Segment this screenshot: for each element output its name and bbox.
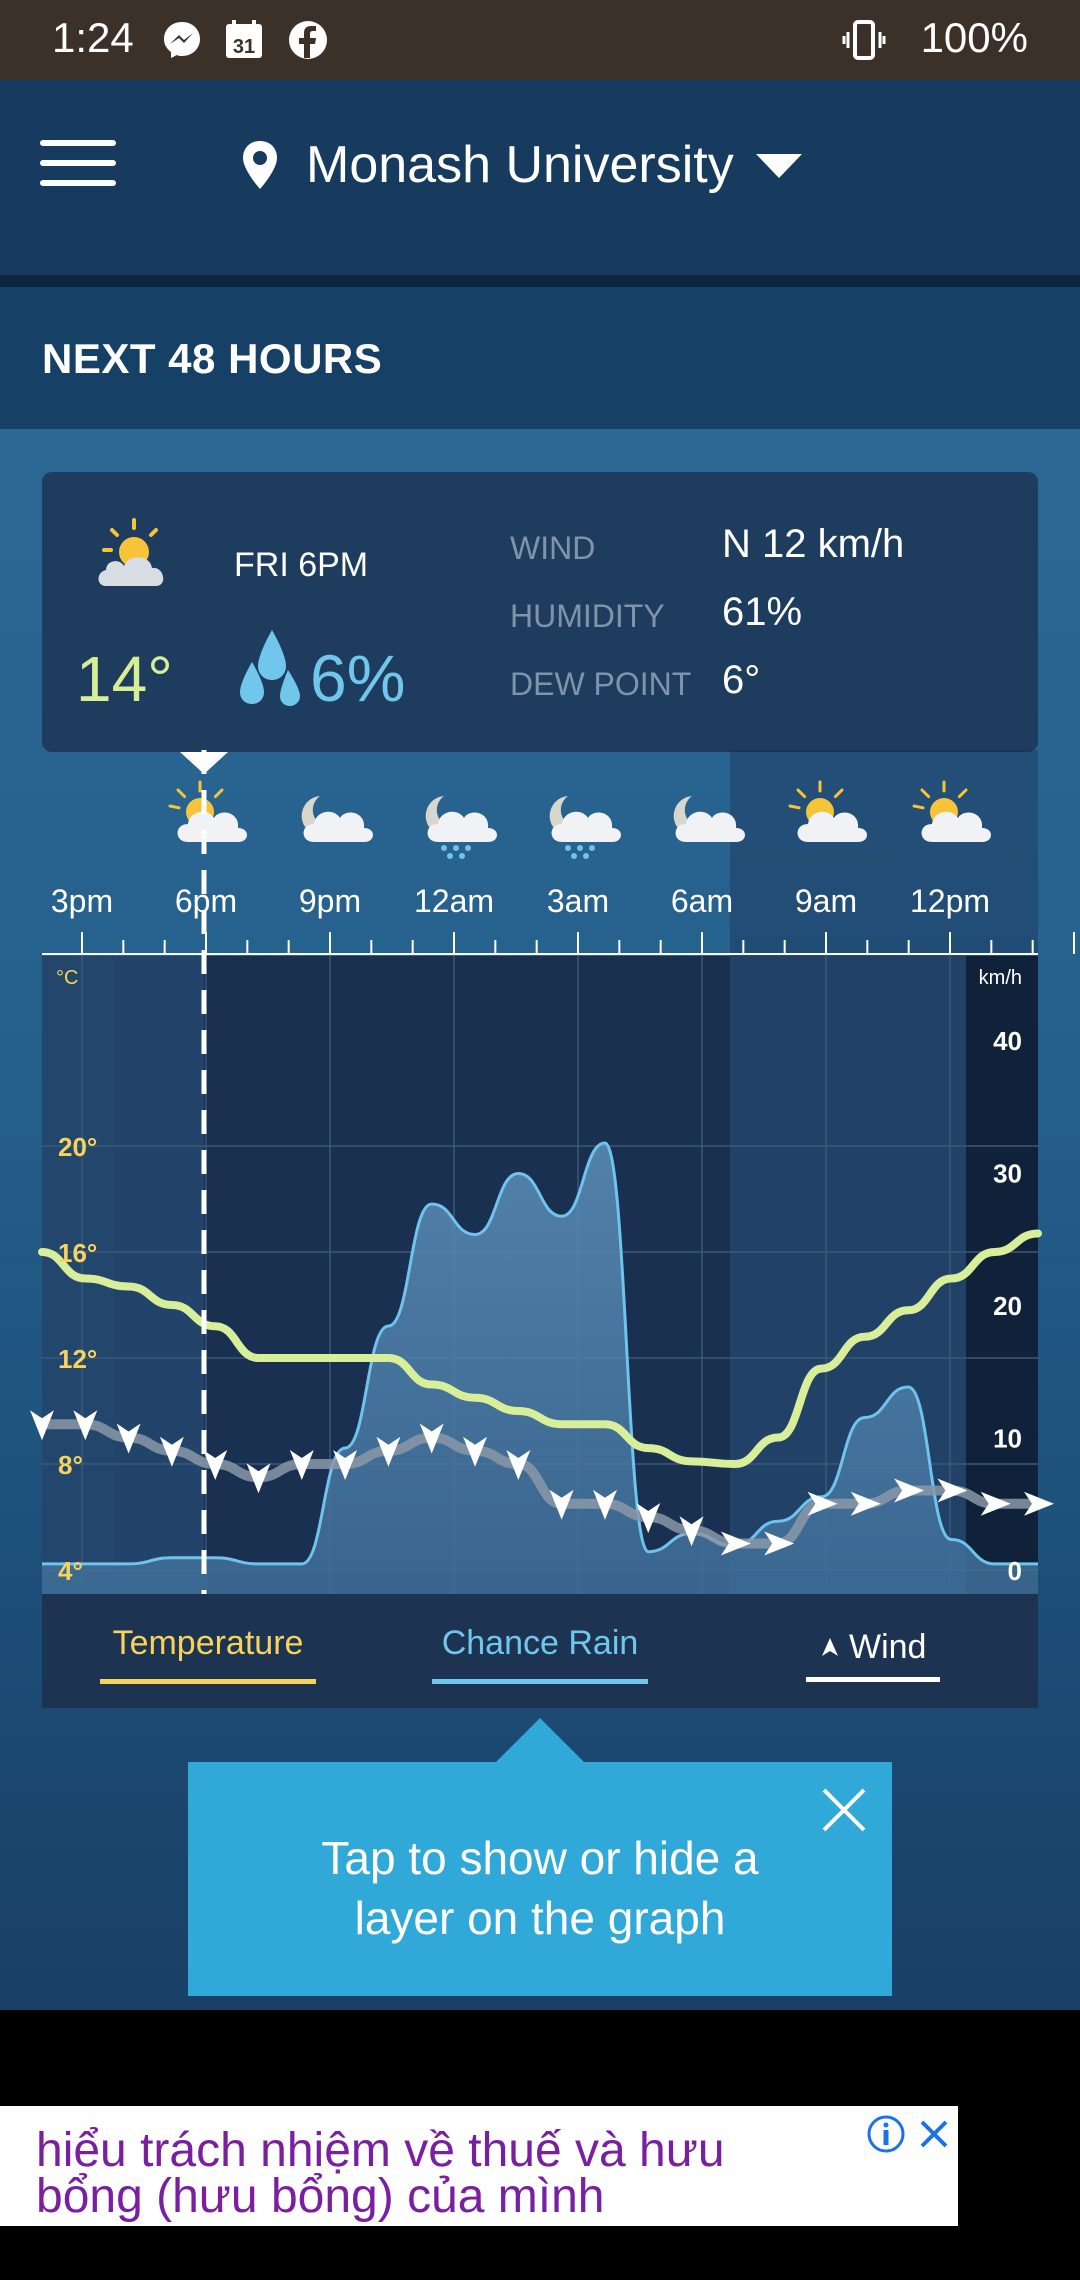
- wind-toggle-underline: [806, 1677, 940, 1682]
- timeline-label: 12pm: [910, 883, 990, 919]
- ad-close-icon[interactable]: [914, 2114, 954, 2154]
- toggle-chance-rain[interactable]: Chance Rain: [432, 1624, 648, 1684]
- calendar-day: 31: [233, 36, 255, 58]
- partly-cloudy-day-icon: [98, 518, 164, 586]
- battery-level: 100%: [920, 14, 1028, 61]
- right-axis-tick: 10: [993, 1424, 1022, 1454]
- current-conditions-card[interactable]: 14° FRI 6PM 6% WIND N 12 km/h HUMIDITY 6…: [42, 472, 1038, 752]
- current-time-pointer: [180, 752, 228, 774]
- partly-cloudy-day-icon: [168, 780, 247, 842]
- facebook-icon: [289, 21, 327, 59]
- location-pin-icon: [243, 141, 277, 189]
- tooltip-text: Tap to show or hide a layer on the graph: [188, 1828, 892, 1948]
- left-axis-tick: 12°: [58, 1344, 97, 1374]
- location-selector[interactable]: Monash University: [240, 130, 804, 200]
- section-header: NEXT 48 HOURS: [0, 287, 1080, 429]
- temperature-toggle-underline: [100, 1679, 316, 1684]
- left-axis-tick: 20°: [58, 1132, 97, 1162]
- humidity-label: HUMIDITY: [510, 598, 665, 634]
- humidity-value: 61%: [722, 590, 803, 634]
- ad-banner[interactable]: hiểu trách nhiệm về thuế và hưu bổng (hư…: [0, 2106, 958, 2226]
- status-time: 1:24: [52, 14, 134, 61]
- layer-toggle-bar: Temperature Chance Rain Wind: [42, 1594, 1038, 1708]
- timeline-label: 9am: [795, 883, 857, 919]
- ad-line-1: hiểu trách nhiệm về thuế và hưu: [36, 2124, 725, 2177]
- left-axis-tick: 8°: [58, 1450, 83, 1480]
- hamburger-line: [40, 180, 116, 186]
- toggle-temperature[interactable]: Temperature: [100, 1624, 316, 1684]
- current-temperature: 14°: [76, 643, 173, 715]
- rain-toggle-underline: [432, 1679, 648, 1684]
- left-axis-tick: 16°: [58, 1238, 97, 1268]
- ad-text: hiểu trách nhiệm về thuế và hưu bổng (hư…: [36, 2124, 856, 2223]
- location-title: Monash University: [306, 136, 734, 194]
- wind-toggle-label: Wind: [848, 1628, 927, 1666]
- timeline-labels: 3pm 6pm 9pm 12am 3am 6am 9am 12pm: [51, 883, 990, 919]
- divider: [0, 275, 1080, 287]
- section-title: NEXT 48 HOURS: [42, 335, 383, 382]
- wind-label: WIND: [510, 530, 596, 566]
- hamburger-icon: [40, 140, 116, 146]
- calendar-icon: 31: [226, 20, 262, 58]
- daytime-shade-evening: [114, 956, 204, 1594]
- chevron-down-icon: [755, 154, 802, 178]
- dew-point-value: 6°: [722, 658, 761, 702]
- timeline-label: 3pm: [51, 883, 113, 919]
- raindrops-icon: [240, 630, 300, 706]
- right-axis-tick: 0: [1008, 1556, 1022, 1586]
- current-rain-chance: 6%: [310, 641, 406, 715]
- tooltip-line-2: layer on the graph: [354, 1892, 726, 1944]
- right-axis-unit: km/h: [979, 967, 1022, 989]
- wind-arrow-icon: [821, 1638, 838, 1656]
- temperature-toggle-label: Temperature: [112, 1624, 304, 1662]
- timeline-label: 6am: [671, 883, 733, 919]
- tooltip-arrow: [496, 1718, 584, 1762]
- left-axis-unit: °C: [56, 967, 78, 989]
- timeline-label: 3am: [547, 883, 609, 919]
- rain-toggle-label: Chance Rain: [441, 1624, 639, 1662]
- current-time: FRI 6PM: [234, 546, 369, 584]
- dew-point-label: DEW POINT: [510, 666, 692, 702]
- messenger-icon: [164, 22, 200, 58]
- right-axis-tick: 40: [993, 1026, 1022, 1056]
- tooltip: Tap to show or hide a layer on the graph: [188, 1762, 892, 1996]
- cloudy-night-icon: [301, 796, 373, 842]
- toggle-wind[interactable]: Wind: [806, 1628, 940, 1682]
- left-axis-tick: 4°: [58, 1556, 83, 1586]
- vibrate-icon: [842, 20, 886, 60]
- right-axis-tick: 30: [993, 1159, 1022, 1189]
- forecast-chart[interactable]: 3pm 6pm 9pm 12am 3am 6am 9am 12pm 20°16°12°8°4°…: [0, 750, 1080, 1594]
- menu-button[interactable]: [40, 140, 116, 188]
- rain-night-icon: [425, 796, 497, 859]
- wind-value: N 12 km/h: [722, 522, 905, 566]
- timeline-label: 9pm: [299, 883, 361, 919]
- ad-line-2: bổng (hưu bổng) của mình: [36, 2170, 605, 2223]
- ad-info-icon[interactable]: [866, 2114, 906, 2154]
- right-axis-tick: 20: [993, 1291, 1022, 1321]
- tooltip-line-1: Tap to show or hide a: [321, 1832, 759, 1884]
- status-bar: 1:24 31 100%: [0, 0, 1080, 80]
- hamburger-line: [40, 160, 116, 166]
- timeline-label: 12am: [414, 883, 494, 919]
- rain-night-icon: [549, 796, 621, 859]
